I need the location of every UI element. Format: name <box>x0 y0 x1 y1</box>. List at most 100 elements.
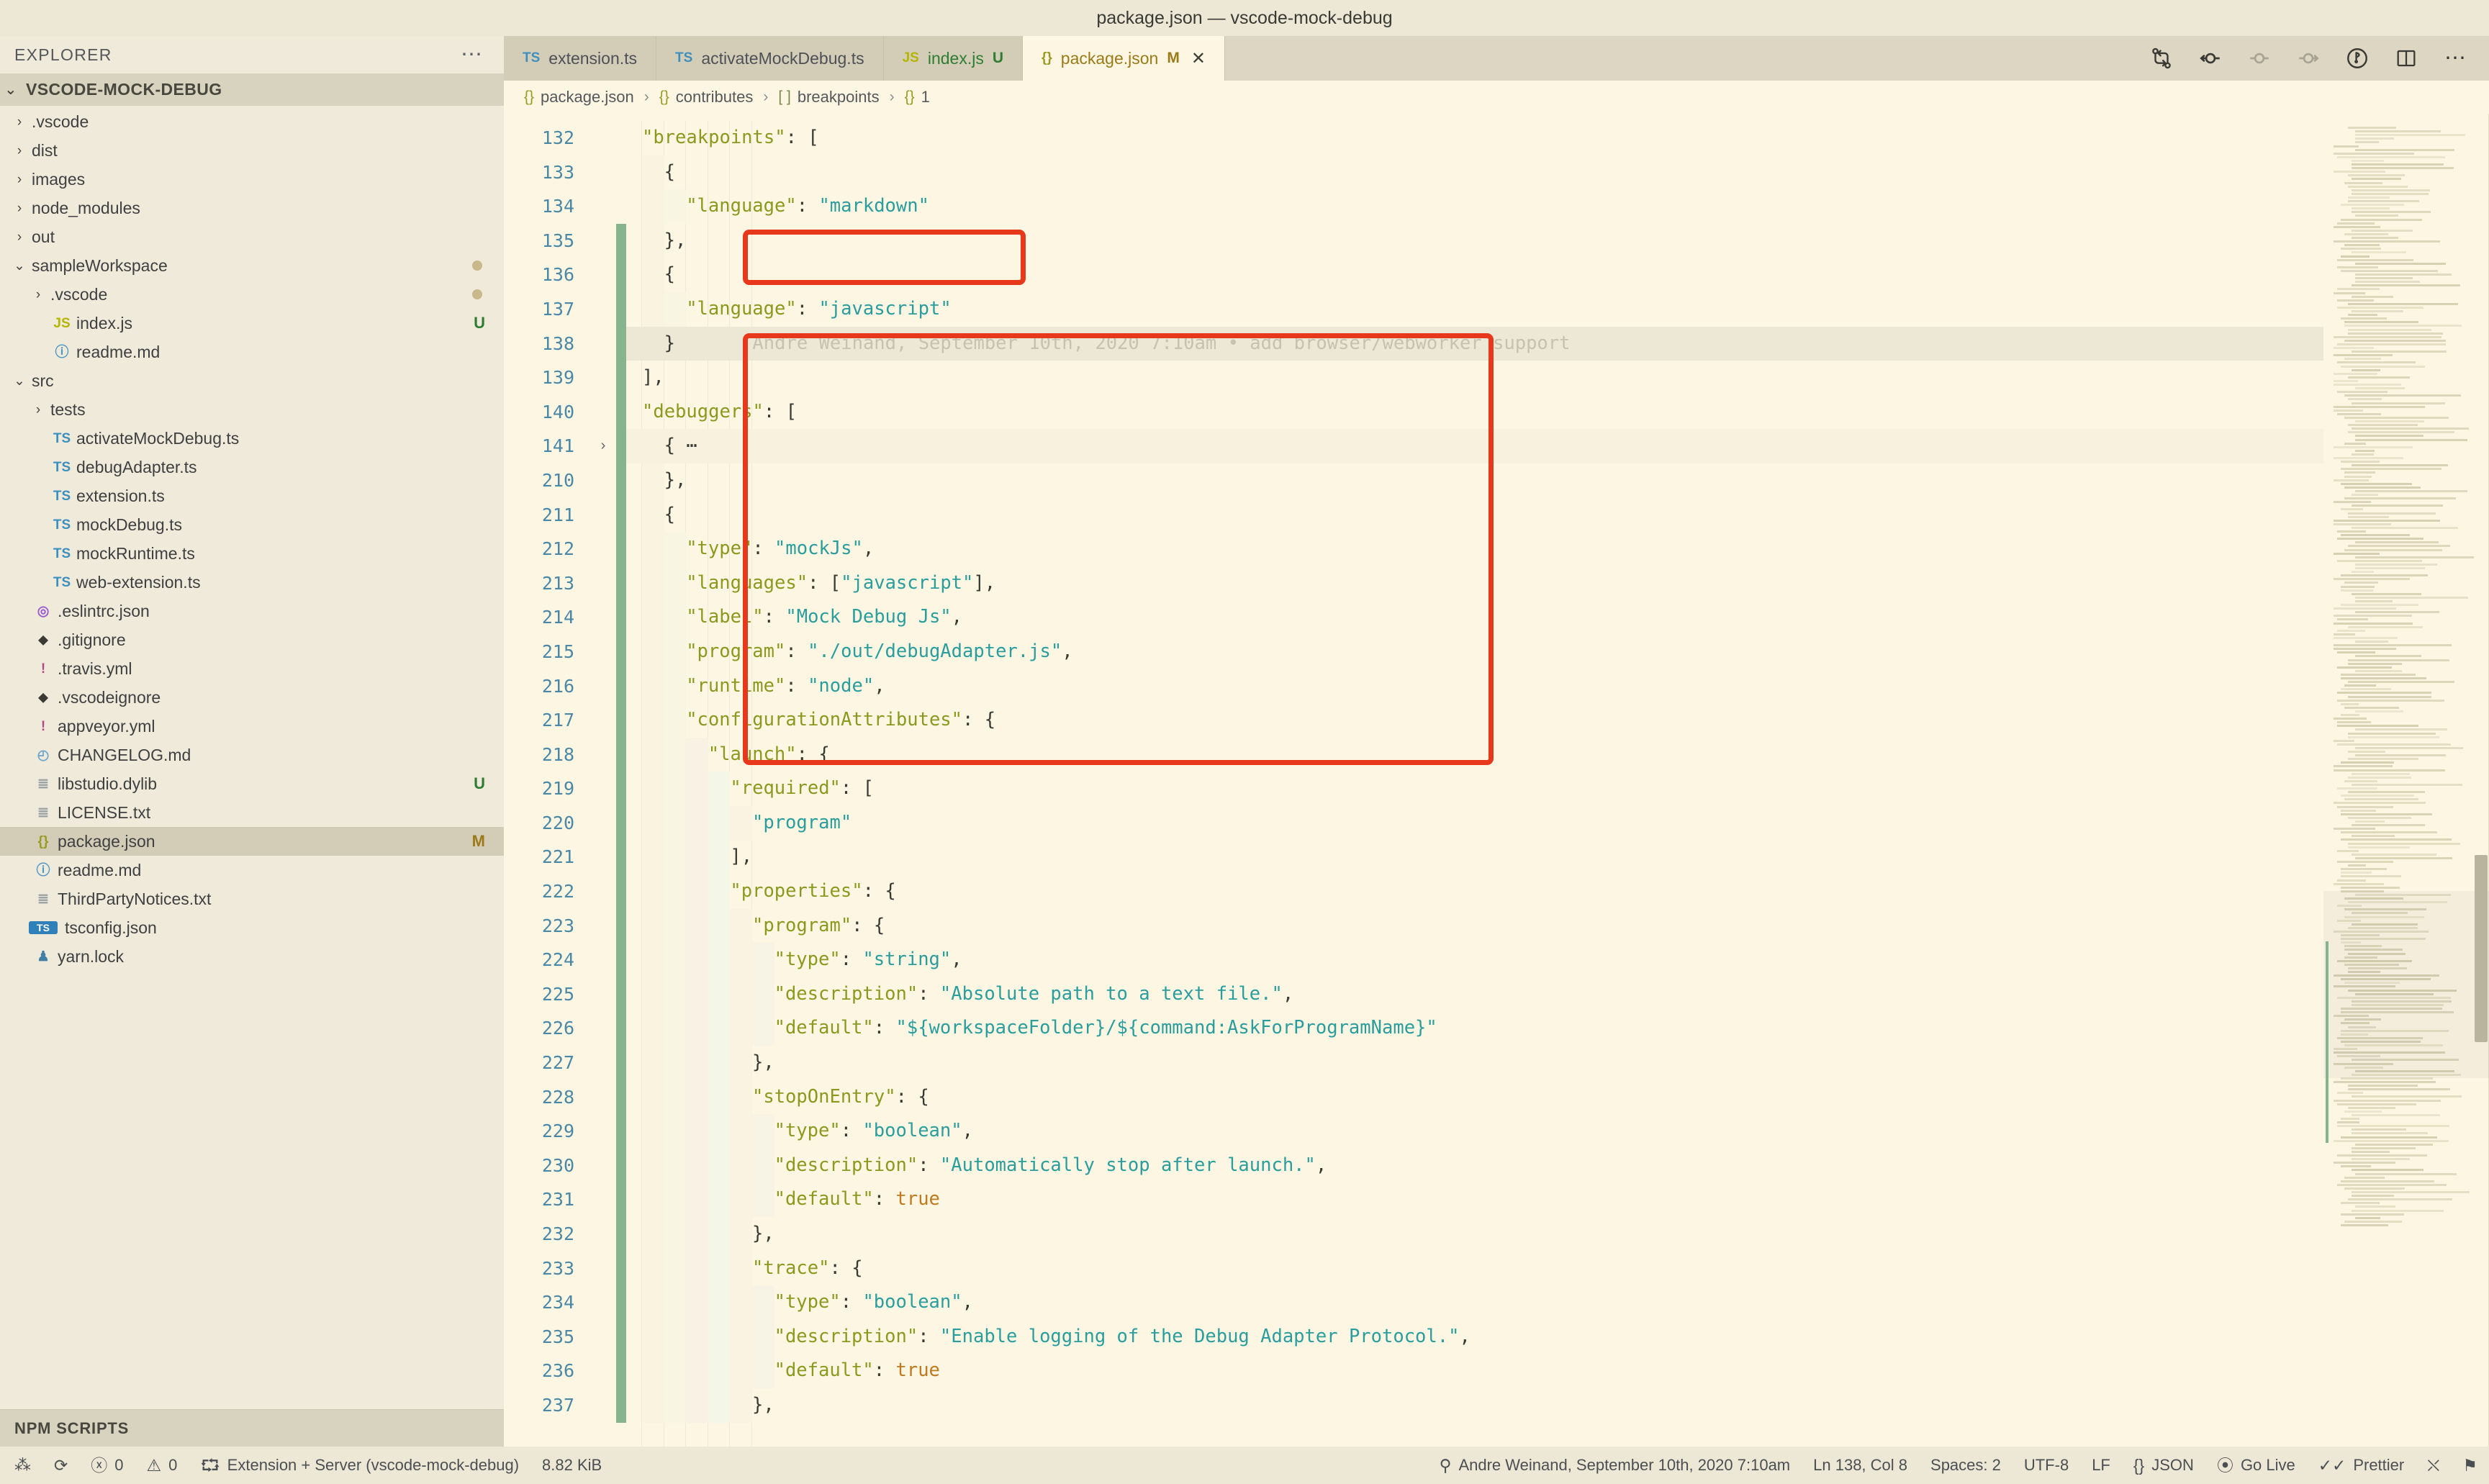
minimap[interactable] <box>2323 114 2489 1447</box>
status-eol-sequence[interactable]: LF <box>2080 1447 2122 1484</box>
tree-item-sampleworkspace[interactable]: ⌄ sampleWorkspace <box>0 251 504 280</box>
code-line-135[interactable]: }, <box>626 224 2323 258</box>
status-warnings-count[interactable]: ⚠ 0 <box>135 1447 189 1484</box>
code-line-225[interactable]: "description": "Absolute path to a text … <box>626 977 2323 1012</box>
code-line-215[interactable]: "program": "./out/debugAdapter.js", <box>626 635 2323 669</box>
code-line-236[interactable]: "default": true <box>626 1354 2323 1388</box>
tab-activatemockdebug-ts[interactable]: TS activateMockDebug.ts <box>656 36 884 81</box>
next-change-icon[interactable] <box>2296 46 2321 71</box>
status-errors-count[interactable]: ⓧ 0 <box>79 1447 135 1484</box>
tree-item-changelog-md[interactable]: ◴ CHANGELOG.md <box>0 741 504 769</box>
ellipsis-icon[interactable]: ⋯ <box>461 44 484 65</box>
status-git-blame[interactable]: ⚲ Andre Weinand, September 10th, 2020 7:1… <box>1428 1447 1802 1484</box>
tree-item-mockruntime-ts[interactable]: TS mockRuntime.ts <box>0 539 504 568</box>
code-line-139[interactable]: ], <box>626 361 2323 395</box>
tree-item-readme-md[interactable]: ⓘ readme.md <box>0 856 504 884</box>
code-line-235[interactable]: "description": "Enable logging of the De… <box>626 1320 2323 1354</box>
code-line-213[interactable]: "languages": ["javascript"], <box>626 566 2323 601</box>
breadcrumb-item-contributes[interactable]: {} contributes <box>659 88 754 107</box>
breadcrumb-item-1[interactable]: {} 1 <box>905 88 930 107</box>
workspace-root-row[interactable]: ⌄ VSCODE-MOCK-DEBUG <box>0 73 504 106</box>
tree-item-index-js[interactable]: JS index.js U <box>0 309 504 338</box>
tree-item-activatemockdebug-ts[interactable]: TS activateMockDebug.ts <box>0 424 504 453</box>
code-line-227[interactable]: }, <box>626 1046 2323 1080</box>
tree-item-tsconfig-json[interactable]: TS tsconfig.json <box>0 913 504 942</box>
tree-item-images[interactable]: › images <box>0 165 504 194</box>
code-line-216[interactable]: "runtime": "node", <box>626 669 2323 704</box>
split-editor-icon[interactable] <box>2394 46 2418 71</box>
code-line-221[interactable]: ], <box>626 840 2323 874</box>
vertical-scrollbar[interactable] <box>2475 855 2488 1042</box>
tree-item-readme-md[interactable]: ⓘ readme.md <box>0 338 504 366</box>
tab-extension-ts[interactable]: TS extension.ts <box>504 36 657 81</box>
status-cursor-position[interactable]: Ln 138, Col 8 <box>1802 1447 1919 1484</box>
code-line-223[interactable]: "program": { <box>626 909 2323 944</box>
tree-item-dist[interactable]: › dist <box>0 136 504 165</box>
tree-item-out[interactable]: › out <box>0 222 504 251</box>
code-line-231[interactable]: "default": true <box>626 1182 2323 1217</box>
tree-item-node-modules[interactable]: › node_modules <box>0 194 504 222</box>
code-line-211[interactable]: { <box>626 498 2323 533</box>
status-bar-right[interactable]: ⚲ Andre Weinand, September 10th, 2020 7:1… <box>1428 1447 2489 1484</box>
status-live-share[interactable]: ⛌ <box>2416 1447 2451 1484</box>
compare-changes-icon[interactable] <box>2149 46 2174 71</box>
code-line-140[interactable]: "debuggers": [ <box>626 395 2323 430</box>
breadcrumb-item-breakpoints[interactable]: [ ] breakpoints <box>778 88 879 107</box>
status-indentation[interactable]: Spaces: 2 <box>1919 1447 2013 1484</box>
editor-actions[interactable]: ⋯ <box>2128 36 2489 81</box>
minimap-viewport-slider[interactable] <box>2323 891 2489 1078</box>
tree-item-tests[interactable]: › tests <box>0 395 504 424</box>
tab-package-json[interactable]: {} package.json M ✕ <box>1023 36 1225 81</box>
tab-index-js[interactable]: JS index.js U <box>883 36 1023 81</box>
fold-chevron-icon[interactable]: › <box>590 429 616 463</box>
code-line-141[interactable]: { ⋯ <box>626 429 2323 463</box>
code-line-219[interactable]: "required": [ <box>626 772 2323 806</box>
toggle-blame-icon[interactable] <box>2345 46 2370 71</box>
tree-item--travis-yml[interactable]: ! .travis.yml <box>0 654 504 683</box>
code-line-133[interactable]: { <box>626 155 2323 190</box>
tree-item-mockdebug-ts[interactable]: TS mockDebug.ts <box>0 510 504 539</box>
code-line-237[interactable]: }, <box>626 1388 2323 1423</box>
code-line-230[interactable]: "description": "Automatically stop after… <box>626 1149 2323 1183</box>
breadcrumb-item-package-json[interactable]: {} package.json <box>524 88 634 107</box>
status-notifications-bell[interactable]: ⚑ <box>2451 1447 2489 1484</box>
code-line-210[interactable]: }, <box>626 463 2323 498</box>
code-line-136[interactable]: { <box>626 258 2323 292</box>
tree-item-package-json[interactable]: {} package.json M <box>0 827 504 856</box>
code-line-226[interactable]: "default": "${workspaceFolder}/${command… <box>626 1011 2323 1046</box>
status-sync-changes-icon[interactable]: ⟳ <box>42 1447 79 1484</box>
tree-item-debugadapter-ts[interactable]: TS debugAdapter.ts <box>0 453 504 481</box>
code-line-222[interactable]: "properties": { <box>626 874 2323 909</box>
code-line-234[interactable]: "type": "boolean", <box>626 1285 2323 1320</box>
status-bar-left[interactable]: ⁂ ⟳ ⓧ 0 ⚠ 0 ⮔ Extension + Server (vscode-mock-d… <box>0 1447 613 1484</box>
npm-scripts-panel[interactable]: NPM SCRIPTS <box>0 1409 504 1447</box>
status-file-size[interactable]: 8.82 KiB <box>530 1447 613 1484</box>
code-line-228[interactable]: "stopOnEntry": { <box>626 1080 2323 1115</box>
code-line-229[interactable]: "type": "boolean", <box>626 1114 2323 1149</box>
tree-item-extension-ts[interactable]: TS extension.ts <box>0 481 504 510</box>
tree-item--eslintrc-json[interactable]: ◎ .eslintrc.json <box>0 597 504 625</box>
tree-item--vscode[interactable]: › .vscode <box>0 107 504 136</box>
code-line-218[interactable]: "launch": { <box>626 738 2323 772</box>
more-actions-icon[interactable]: ⋯ <box>2443 46 2467 71</box>
tree-item--vscodeignore[interactable]: ⬥ .vscodeignore <box>0 683 504 712</box>
tree-item-appveyor-yml[interactable]: ! appveyor.yml <box>0 712 504 741</box>
code-line-212[interactable]: "type": "mockJs", <box>626 532 2323 566</box>
code-line-233[interactable]: "trace": { <box>626 1252 2323 1286</box>
breadcrumb[interactable]: {} package.json › {} contributes › [ ] breakpoi… <box>504 81 2489 114</box>
code-editor[interactable]: 132 133 134 135 136 137 138 139 140 141 210 211 212 2… <box>504 114 2489 1447</box>
tree-item-web-extension-ts[interactable]: TS web-extension.ts <box>0 568 504 597</box>
status-language-mode[interactable]: {} JSON <box>2122 1447 2205 1484</box>
code-line-138[interactable]: } Andre Weinand, September 10th, 2020 7:… <box>626 326 2323 361</box>
tree-item-yarn-lock[interactable]: ♟ yarn.lock <box>0 942 504 971</box>
tree-item-license-txt[interactable]: ≣ LICENSE.txt <box>0 798 504 827</box>
current-change-icon[interactable] <box>2247 46 2272 71</box>
code-line-137[interactable]: "language": "javascript" <box>626 292 2323 327</box>
tree-item-libstudio-dylib[interactable]: ≣ libstudio.dylib U <box>0 769 504 798</box>
tab-strip[interactable]: TS extension.ts TS activateMockDebug.ts JS in… <box>504 36 1225 81</box>
code-line-217[interactable]: "configurationAttributes": { <box>626 703 2323 738</box>
file-tree[interactable]: › .vscode › dist › images › node_modules › out ⌄ sa… <box>0 106 504 1409</box>
code-line-134[interactable]: "language": "markdown" <box>626 189 2323 224</box>
close-icon[interactable]: ✕ <box>1191 48 1206 69</box>
tree-item-src[interactable]: ⌄ src <box>0 366 504 395</box>
